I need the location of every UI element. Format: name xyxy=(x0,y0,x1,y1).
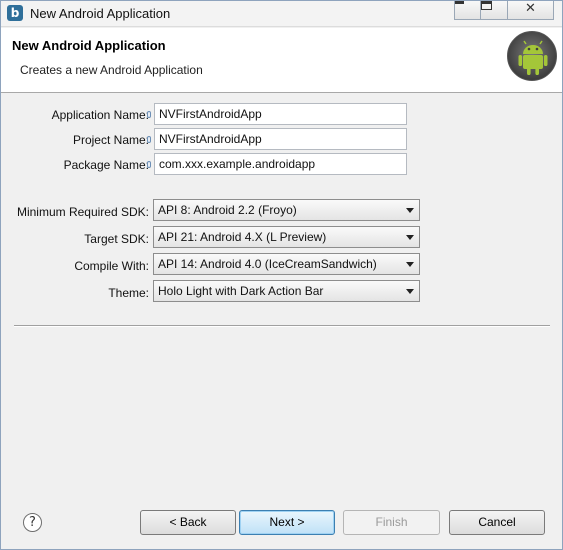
application-name-field[interactable]: NVFirstAndroidApp xyxy=(154,103,407,125)
window-title: New Android Application xyxy=(30,6,171,21)
compile-with-label: Compile With: xyxy=(74,259,149,273)
application-name-label: Application Name: xyxy=(51,108,149,122)
chevron-down-icon xyxy=(406,262,414,267)
android-logo-icon xyxy=(507,31,557,81)
header-banner: New Android Application Creates a new An… xyxy=(1,28,562,93)
compile-with-value: API 14: Android 4.0 (IceCreamSandwich) xyxy=(158,257,377,271)
min-sdk-select[interactable]: API 8: Android 2.2 (Froyo) xyxy=(153,199,420,221)
theme-select[interactable]: Holo Light with Dark Action Bar xyxy=(153,280,420,302)
page-title: New Android Application xyxy=(12,38,166,53)
content-assist-icon xyxy=(147,111,151,118)
content-assist-icon xyxy=(147,161,151,168)
page-subtitle: Creates a new Android Application xyxy=(20,63,203,77)
chevron-down-icon xyxy=(406,208,414,213)
maximize-icon xyxy=(481,1,492,10)
compile-with-select[interactable]: API 14: Android 4.0 (IceCreamSandwich) xyxy=(153,253,420,275)
theme-value: Holo Light with Dark Action Bar xyxy=(158,284,324,298)
theme-label: Theme: xyxy=(108,286,149,300)
minimize-icon xyxy=(455,1,464,4)
target-sdk-label: Target SDK: xyxy=(84,232,149,246)
eclipse-b-icon: b xyxy=(7,5,23,21)
package-name-label: Package Name: xyxy=(63,158,149,172)
content-assist-icon xyxy=(147,136,151,143)
minimize-button[interactable] xyxy=(454,1,481,20)
cancel-button[interactable]: Cancel xyxy=(449,510,545,535)
help-icon[interactable]: ? xyxy=(23,513,42,532)
window-controls: ✕ xyxy=(454,1,554,21)
chevron-down-icon xyxy=(406,235,414,240)
project-name-field[interactable]: NVFirstAndroidApp xyxy=(154,128,407,150)
min-sdk-label: Minimum Required SDK: xyxy=(16,205,149,219)
package-name-field[interactable]: com.xxx.example.androidapp xyxy=(154,153,407,175)
title-bar[interactable]: b New Android Application ✕ xyxy=(1,1,562,27)
chevron-down-icon xyxy=(406,289,414,294)
close-button[interactable]: ✕ xyxy=(508,1,554,20)
project-name-label: Project Name: xyxy=(72,133,149,147)
target-sdk-value: API 21: Android 4.X (L Preview) xyxy=(158,230,327,244)
finish-button[interactable]: Finish xyxy=(343,510,440,535)
divider xyxy=(14,325,550,327)
next-button[interactable]: Next > xyxy=(239,510,335,535)
dialog-window: b New Android Application ✕ New Android … xyxy=(0,0,563,550)
target-sdk-select[interactable]: API 21: Android 4.X (L Preview) xyxy=(153,226,420,248)
back-button[interactable]: < Back xyxy=(140,510,236,535)
close-icon: ✕ xyxy=(525,1,536,16)
maximize-button[interactable] xyxy=(481,1,508,20)
min-sdk-value: API 8: Android 2.2 (Froyo) xyxy=(158,203,297,217)
